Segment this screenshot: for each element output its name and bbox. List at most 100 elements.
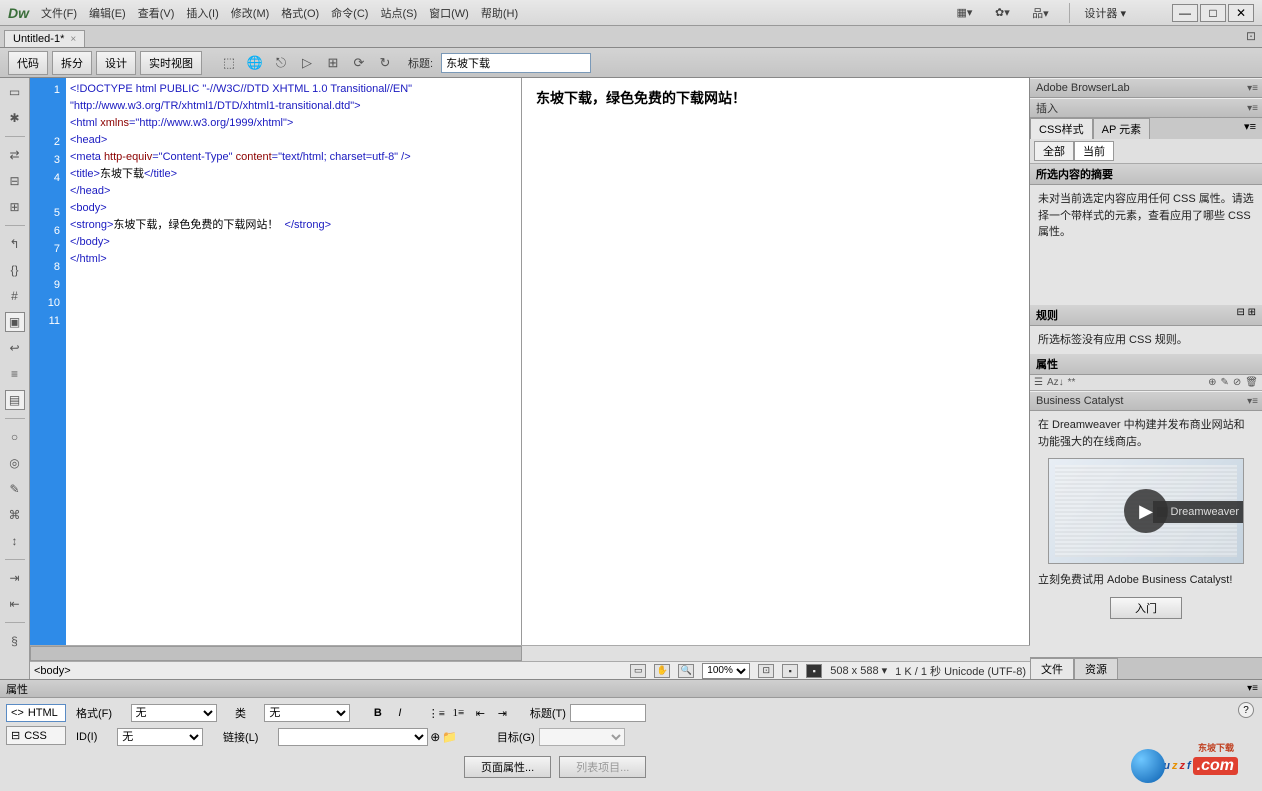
- point-to-file-icon[interactable]: ⊕: [430, 730, 440, 744]
- refresh-icon[interactable]: ↻: [374, 52, 396, 74]
- code-content[interactable]: <!DOCTYPE html PUBLIC "-//W3C//DTD XHTML…: [66, 78, 521, 645]
- id-select[interactable]: 无: [117, 728, 203, 746]
- auto-indent-icon[interactable]: ▤: [5, 390, 25, 410]
- close-button[interactable]: ✕: [1228, 4, 1254, 22]
- list-item-button[interactable]: 列表项目...: [559, 756, 646, 778]
- format-select[interactable]: 无: [131, 704, 217, 722]
- ap-elements-tab[interactable]: AP 元素: [1093, 118, 1151, 139]
- menu-format[interactable]: 格式(O): [281, 5, 319, 21]
- browse-file-icon[interactable]: 📁: [442, 730, 457, 744]
- title-input[interactable]: [441, 53, 591, 73]
- code-editor[interactable]: 1 2 3 4 5 6 7 8 9 10 11 <!DOCTYPE html P…: [30, 78, 522, 645]
- zoom-tool-icon[interactable]: 🔍: [678, 664, 694, 678]
- edit-rule-icon[interactable]: ⊘: [1233, 377, 1241, 388]
- props-css-mode[interactable]: ⊟CSS: [6, 726, 66, 745]
- ol-icon[interactable]: 1≡: [449, 705, 467, 721]
- browser-preview-icon[interactable]: 🌐: [244, 52, 266, 74]
- expand-all-icon[interactable]: ⊞: [5, 197, 25, 217]
- designer-dropdown[interactable]: 设计器 ▾: [1069, 3, 1140, 23]
- outdent-icon[interactable]: ⇤: [471, 705, 489, 721]
- panel-collapse-icon[interactable]: ▾≡: [1247, 683, 1258, 694]
- bc-get-started-button[interactable]: 入门: [1110, 597, 1182, 619]
- device-icon-1[interactable]: ▪: [782, 664, 798, 678]
- select-parent-tag-icon[interactable]: ↰: [5, 234, 25, 254]
- design-preview[interactable]: 东坡下载，绿色免费的下载网站！: [522, 78, 1029, 645]
- word-wrap-icon[interactable]: ↩: [5, 338, 25, 358]
- restore-doc-icon[interactable]: ⊡: [1246, 29, 1256, 43]
- wrap-tag-icon[interactable]: ✎: [5, 479, 25, 499]
- view-code-button[interactable]: 代码: [8, 51, 48, 75]
- add-property-icon[interactable]: **: [1068, 377, 1076, 388]
- assets-tab[interactable]: 资源: [1074, 658, 1118, 679]
- panel-business-catalyst[interactable]: Business Catalyst▾≡: [1030, 391, 1262, 411]
- menu-modify[interactable]: 修改(M): [231, 5, 270, 21]
- target-select[interactable]: [539, 728, 625, 746]
- menu-edit[interactable]: 编辑(E): [89, 5, 126, 21]
- new-rule-icon[interactable]: ✎: [1221, 377, 1229, 388]
- device-icon-2[interactable]: ▪: [806, 664, 822, 678]
- delete-rule-icon[interactable]: 🗑: [1245, 377, 1258, 388]
- ul-icon[interactable]: ⋮≡: [427, 705, 445, 721]
- syntax-coloring-icon[interactable]: ≡: [5, 364, 25, 384]
- menu-window[interactable]: 窗口(W): [429, 5, 469, 21]
- site-icon[interactable]: 品▾: [1031, 4, 1049, 22]
- bc-video-thumb[interactable]: ▶ Dreamweaver: [1048, 458, 1244, 564]
- format-code-icon[interactable]: §: [5, 631, 25, 651]
- indent-icon[interactable]: ⇥: [493, 705, 511, 721]
- help-icon[interactable]: ?: [1238, 702, 1254, 718]
- view-design-button[interactable]: 设计: [96, 51, 136, 75]
- move-css-icon[interactable]: ↕: [5, 531, 25, 551]
- balance-braces-icon[interactable]: {}: [5, 260, 25, 280]
- list-view-icon[interactable]: Aᴢ↓: [1047, 377, 1064, 388]
- collapse-selection-icon[interactable]: ⊟: [5, 171, 25, 191]
- panel-browserlab[interactable]: Adobe BrowserLab▾≡: [1030, 78, 1262, 98]
- visual-aids-icon[interactable]: ⊞: [322, 52, 344, 74]
- menu-help[interactable]: 帮助(H): [481, 5, 518, 21]
- link-select[interactable]: [278, 728, 428, 746]
- title-field[interactable]: [570, 704, 646, 722]
- page-properties-button[interactable]: 页面属性...: [464, 756, 551, 778]
- css-all-button[interactable]: 全部: [1034, 141, 1074, 161]
- highlight-invalid-icon[interactable]: ▣: [5, 312, 25, 332]
- open-documents-icon[interactable]: ▭: [5, 82, 25, 102]
- menu-commands[interactable]: 命令(C): [331, 5, 368, 21]
- panel-collapse-icon[interactable]: ▾≡: [1247, 83, 1258, 94]
- tag-crumb-body[interactable]: <body>: [34, 665, 71, 677]
- layout-icon[interactable]: ▦▾: [955, 4, 973, 22]
- properties-header[interactable]: 属性▾≡: [0, 680, 1262, 698]
- menu-view[interactable]: 查看(V): [138, 5, 175, 21]
- maximize-button[interactable]: □: [1200, 4, 1226, 22]
- window-size-icon[interactable]: ⊡: [758, 664, 774, 678]
- menu-file[interactable]: 文件(F): [41, 5, 77, 21]
- class-select[interactable]: 无: [264, 704, 350, 722]
- recent-snippets-icon[interactable]: ⌘: [5, 505, 25, 525]
- line-numbers-icon[interactable]: #: [5, 286, 25, 306]
- bold-icon[interactable]: B: [369, 705, 387, 721]
- hand-tool-icon[interactable]: ✋: [654, 664, 670, 678]
- italic-icon[interactable]: I: [391, 705, 409, 721]
- tab-close-icon[interactable]: ×: [70, 34, 76, 45]
- panel-collapse-icon[interactable]: ▾≡: [1247, 103, 1258, 114]
- file-management-icon[interactable]: ⎋: [270, 52, 292, 74]
- view-live-button[interactable]: 实时视图: [140, 51, 202, 75]
- indent-icon[interactable]: ⇥: [5, 568, 25, 588]
- css-styles-tab[interactable]: CSS样式: [1030, 118, 1093, 139]
- document-tab[interactable]: Untitled-1* ×: [4, 30, 85, 47]
- view-split-button[interactable]: 拆分: [52, 51, 92, 75]
- category-view-icon[interactable]: ☰: [1034, 377, 1043, 388]
- props-html-mode[interactable]: <>HTML: [6, 704, 66, 722]
- dimensions-readout[interactable]: 508 x 588 ▾: [830, 664, 887, 677]
- menu-site[interactable]: 站点(S): [380, 5, 417, 21]
- inspect-icon[interactable]: ⬚: [218, 52, 240, 74]
- extend-icon[interactable]: ✿▾: [993, 4, 1011, 22]
- preview-debug-icon[interactable]: ▷: [296, 52, 318, 74]
- zoom-select[interactable]: 100%: [702, 663, 750, 679]
- outdent-icon[interactable]: ⇤: [5, 594, 25, 614]
- remove-comment-icon[interactable]: ◎: [5, 453, 25, 473]
- play-icon[interactable]: ▶: [1124, 489, 1168, 533]
- minimize-button[interactable]: —: [1172, 4, 1198, 22]
- menu-insert[interactable]: 插入(I): [186, 5, 218, 21]
- panel-insert[interactable]: 插入▾≡: [1030, 98, 1262, 118]
- select-tool-icon[interactable]: ▭: [630, 664, 646, 678]
- files-tab[interactable]: 文件: [1030, 658, 1074, 679]
